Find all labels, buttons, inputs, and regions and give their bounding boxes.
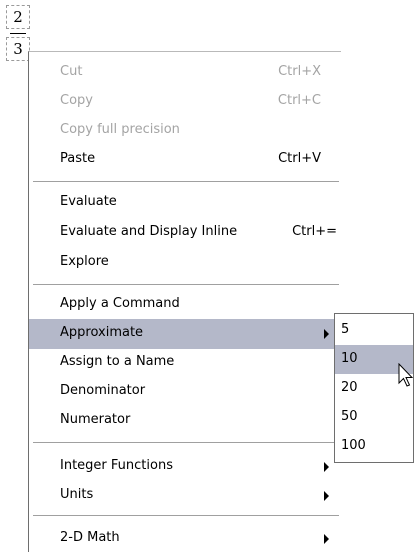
- menu-item-integer-functions[interactable]: Integer Functions: [29, 452, 341, 482]
- worksheet: 2 3 Cut Ctrl+X Copy Ctrl+C Copy full pre…: [0, 0, 414, 552]
- menu-item-shortcut: Ctrl+C: [277, 93, 321, 108]
- submenu-arrow-icon: [324, 534, 329, 544]
- menu-item-label: Assign to a Name: [60, 354, 175, 369]
- menu-item-copy[interactable]: Copy Ctrl+C: [29, 87, 341, 117]
- submenu-arrow-icon: [324, 491, 329, 501]
- menu-separator: [33, 515, 339, 517]
- submenu-item-5[interactable]: 5: [335, 316, 413, 345]
- menu-item-label: Units: [60, 487, 94, 502]
- submenu-arrow-icon: [324, 462, 329, 472]
- menu-item-label: Paste: [60, 151, 96, 166]
- menu-item-label: Approximate: [60, 325, 144, 340]
- submenu-item-label: 10: [341, 351, 358, 366]
- menu-item-label: Denominator: [60, 383, 146, 398]
- submenu-item-label: 50: [341, 409, 358, 424]
- fraction-numerator[interactable]: 2: [6, 5, 30, 29]
- menu-item-label: Evaluate: [60, 194, 117, 209]
- menu-item-shortcut: Ctrl+X: [278, 64, 321, 79]
- menu-item-paste[interactable]: Paste Ctrl+V: [29, 145, 341, 175]
- menu-separator: [33, 181, 339, 183]
- submenu-item-label: 100: [341, 438, 366, 453]
- menu-item-label: Integer Functions: [60, 458, 173, 473]
- menu-item-evaluate[interactable]: Evaluate: [29, 188, 341, 218]
- submenu-item-label: 20: [341, 380, 358, 395]
- menu-item-label: Numerator: [60, 412, 131, 427]
- fraction-denominator[interactable]: 3: [6, 37, 30, 61]
- menu-item-denominator[interactable]: Denominator: [29, 377, 341, 407]
- menu-item-shortcut: Ctrl+=: [292, 224, 337, 239]
- menu-item-label: Copy: [60, 93, 93, 108]
- menu-item-2d-math[interactable]: 2-D Math: [29, 524, 341, 552]
- menu-item-shortcut: Ctrl+V: [278, 151, 321, 166]
- submenu-item-50[interactable]: 50: [335, 403, 413, 432]
- menu-item-label: Apply a Command: [60, 296, 180, 311]
- menu-item-label: Copy full precision: [60, 122, 180, 137]
- menu-item-label: Explore: [60, 254, 109, 269]
- menu-item-assign-name[interactable]: Assign to a Name: [29, 348, 341, 378]
- menu-separator: [33, 284, 339, 286]
- menu-item-numerator[interactable]: Numerator: [29, 406, 341, 436]
- menu-item-cut[interactable]: Cut Ctrl+X: [29, 58, 341, 88]
- menu-item-label: Evaluate and Display Inline: [60, 224, 238, 239]
- menu-item-units[interactable]: Units: [29, 481, 341, 511]
- menu-item-evaluate-inline[interactable]: Evaluate and Display Inline Ctrl+=: [29, 218, 341, 248]
- fraction-bar: [10, 33, 26, 34]
- submenu-item-100[interactable]: 100: [335, 432, 413, 461]
- menu-item-label: 2-D Math: [60, 530, 120, 545]
- menu-separator: [33, 442, 339, 444]
- menu-item-label: Cut: [60, 64, 83, 79]
- submenu-arrow-icon: [324, 329, 329, 339]
- mouse-pointer-icon: [398, 363, 414, 387]
- menu-item-approximate[interactable]: Approximate: [29, 319, 341, 349]
- menu-item-explore[interactable]: Explore: [29, 248, 341, 278]
- submenu-item-label: 5: [341, 322, 350, 337]
- menu-item-copy-full-precision[interactable]: Copy full precision: [29, 116, 341, 146]
- context-menu: Cut Ctrl+X Copy Ctrl+C Copy full precisi…: [28, 51, 341, 552]
- menu-item-apply-command[interactable]: Apply a Command: [29, 290, 341, 320]
